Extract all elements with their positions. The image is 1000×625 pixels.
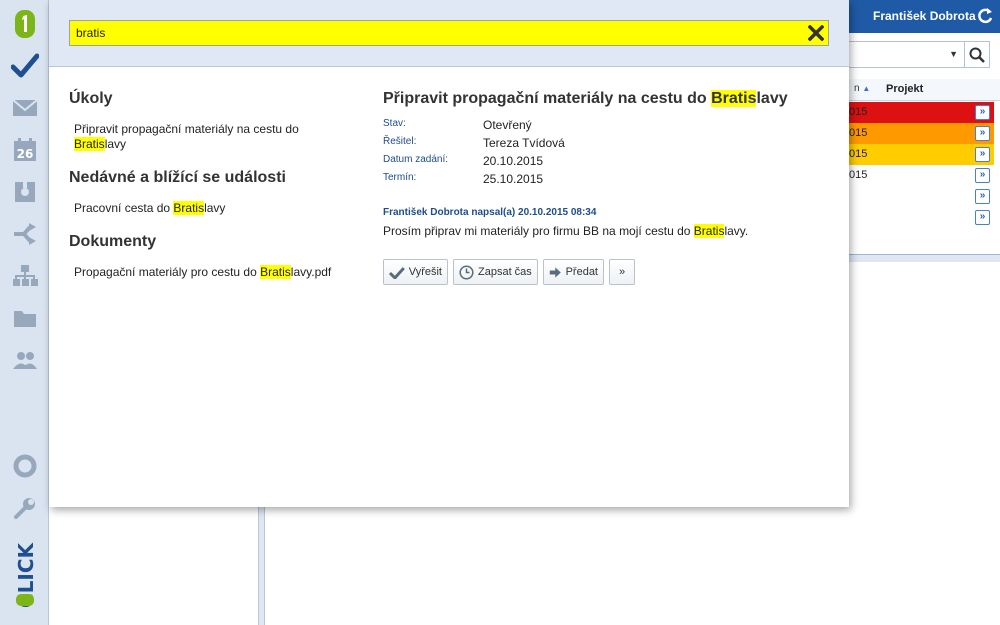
deadline-value: 25.10.2015 — [483, 172, 544, 186]
table-row[interactable]: » — [849, 186, 994, 207]
calendar-icon[interactable]: 26 — [0, 130, 49, 170]
sidebar: 26 CLICK — [0, 0, 49, 625]
background-main-panel — [264, 505, 849, 625]
tasks-check-icon[interactable] — [0, 46, 49, 86]
result-text: lavy.pdf — [290, 265, 332, 279]
events-section-title: Nedávné a blížící se události — [69, 169, 286, 186]
table-row[interactable]: 015 » — [849, 102, 994, 123]
user-name[interactable]: František Dobrota — [873, 9, 976, 23]
status-label: Stav: — [383, 118, 406, 129]
check-icon — [389, 266, 405, 279]
filter-select[interactable]: ▼ — [849, 41, 965, 68]
detail-title: Připravit propagační materiály na cestu … — [383, 90, 788, 108]
result-text: lavy — [204, 201, 226, 215]
arrow-right-icon — [549, 266, 561, 278]
org-chart-icon[interactable] — [0, 256, 49, 296]
workflow-icon[interactable] — [0, 214, 49, 254]
resolve-button[interactable]: Vyřešit — [383, 259, 448, 285]
result-text: lavy — [104, 137, 127, 151]
table-row[interactable]: 015 » — [849, 144, 994, 165]
column-header-project[interactable]: Projekt — [886, 83, 923, 95]
help-lifebuoy-icon[interactable] — [0, 446, 49, 486]
table-row[interactable]: 015 » — [849, 165, 994, 186]
documents-section-title: Dokumenty — [69, 233, 157, 250]
row-open-button[interactable]: » — [975, 126, 990, 141]
background-table-panel: ▼ n ▲ Projekt 015 » 015 » 015 » 015 » » » — [849, 33, 1000, 255]
search-icon — [969, 47, 985, 63]
tasks-section-title: Úkoly — [69, 90, 113, 107]
deadline-label: Termín: — [383, 172, 417, 183]
match-highlight: Bratis — [693, 224, 725, 238]
row-open-button[interactable]: » — [975, 189, 990, 204]
background-lower-panel — [849, 262, 1000, 625]
search-button[interactable] — [964, 41, 990, 68]
search-input[interactable] — [69, 20, 829, 46]
search-results-overlay: Úkoly Připravit propagační materiály na … — [49, 0, 849, 507]
row-date-text: 015 — [849, 127, 868, 139]
search-bar — [49, 0, 849, 67]
row-open-button[interactable]: » — [975, 168, 990, 183]
row-open-button[interactable]: » — [975, 210, 990, 225]
row-open-button[interactable]: » — [975, 147, 990, 162]
table-row[interactable]: 015 » — [849, 123, 994, 144]
title-text: lavy — [756, 90, 788, 107]
match-highlight: Bratis — [74, 137, 105, 151]
clock-icon — [459, 264, 474, 280]
refresh-icon[interactable] — [976, 7, 994, 30]
mail-icon[interactable] — [0, 88, 49, 128]
match-highlight: Bratis — [173, 201, 205, 215]
comment-author: František Dobrota napsal(a) 20.10.2015 0… — [383, 207, 597, 218]
comment-text-part: lavy. — [724, 224, 749, 238]
comment-text-part: Prosím připrav mi materiály pro firmu BB… — [383, 224, 694, 238]
log-time-button[interactable]: Zapsat čas — [453, 259, 538, 285]
solver-value: Tereza Tvídová — [483, 136, 565, 150]
chevron-down-icon: ▼ — [949, 49, 958, 59]
result-text: Připravit propagační materiály na cestu … — [74, 122, 299, 136]
background-left-panel — [49, 505, 259, 625]
table-row[interactable]: » — [849, 207, 994, 228]
close-icon[interactable] — [807, 24, 825, 42]
settings-wrench-icon[interactable] — [0, 488, 49, 528]
double-chevron-right-icon: » — [618, 266, 626, 278]
assigned-date-label: Datum zadání: — [383, 154, 449, 165]
title-text: Připravit propagační materiály na cestu … — [383, 90, 712, 107]
match-highlight: Bratis — [260, 265, 291, 279]
more-actions-button[interactable]: » — [609, 259, 635, 285]
table-header: n ▲ Projekt — [849, 79, 1000, 101]
users-icon[interactable] — [0, 340, 49, 380]
folder-icon[interactable] — [0, 298, 49, 338]
oneclick-brand-logo: CLICK — [0, 536, 49, 608]
resolve-button-label: Vyřešit — [408, 266, 442, 278]
home-logo-icon[interactable] — [0, 4, 49, 44]
top-bar: František Dobrota — [849, 0, 1000, 33]
row-open-button[interactable]: » — [975, 105, 990, 120]
sort-ascending-icon: ▲ — [862, 84, 871, 93]
result-text: Pracovní cesta do — [74, 201, 174, 215]
solver-label: Řešitel: — [383, 136, 417, 147]
forward-button-label: Předat — [565, 266, 598, 278]
column-header-date[interactable]: n ▲ — [854, 83, 870, 94]
row-date-text: 015 — [849, 106, 868, 118]
result-text: Propagační materiály pro cestu do — [74, 265, 261, 279]
svg-text:26: 26 — [16, 147, 33, 161]
forward-button[interactable]: Předat — [543, 259, 604, 285]
status-value: Otevřený — [483, 118, 532, 132]
log-time-button-label: Zapsat čas — [478, 266, 532, 278]
row-date-text: 015 — [849, 148, 868, 160]
task-result-link[interactable]: Připravit propagační materiály na cestu … — [74, 122, 344, 152]
comment-text: Prosím připrav mi materiály pro firmu BB… — [383, 224, 748, 238]
match-highlight: Bratis — [711, 90, 757, 107]
row-date-text: 015 — [849, 169, 868, 181]
assigned-date-value: 20.10.2015 — [483, 154, 544, 168]
document-result-link[interactable]: Propagační materiály pro cestu do Bratis… — [74, 265, 344, 280]
puzzle-icon[interactable] — [0, 172, 49, 212]
event-result-link[interactable]: Pracovní cesta do Bratislavy — [74, 201, 344, 216]
